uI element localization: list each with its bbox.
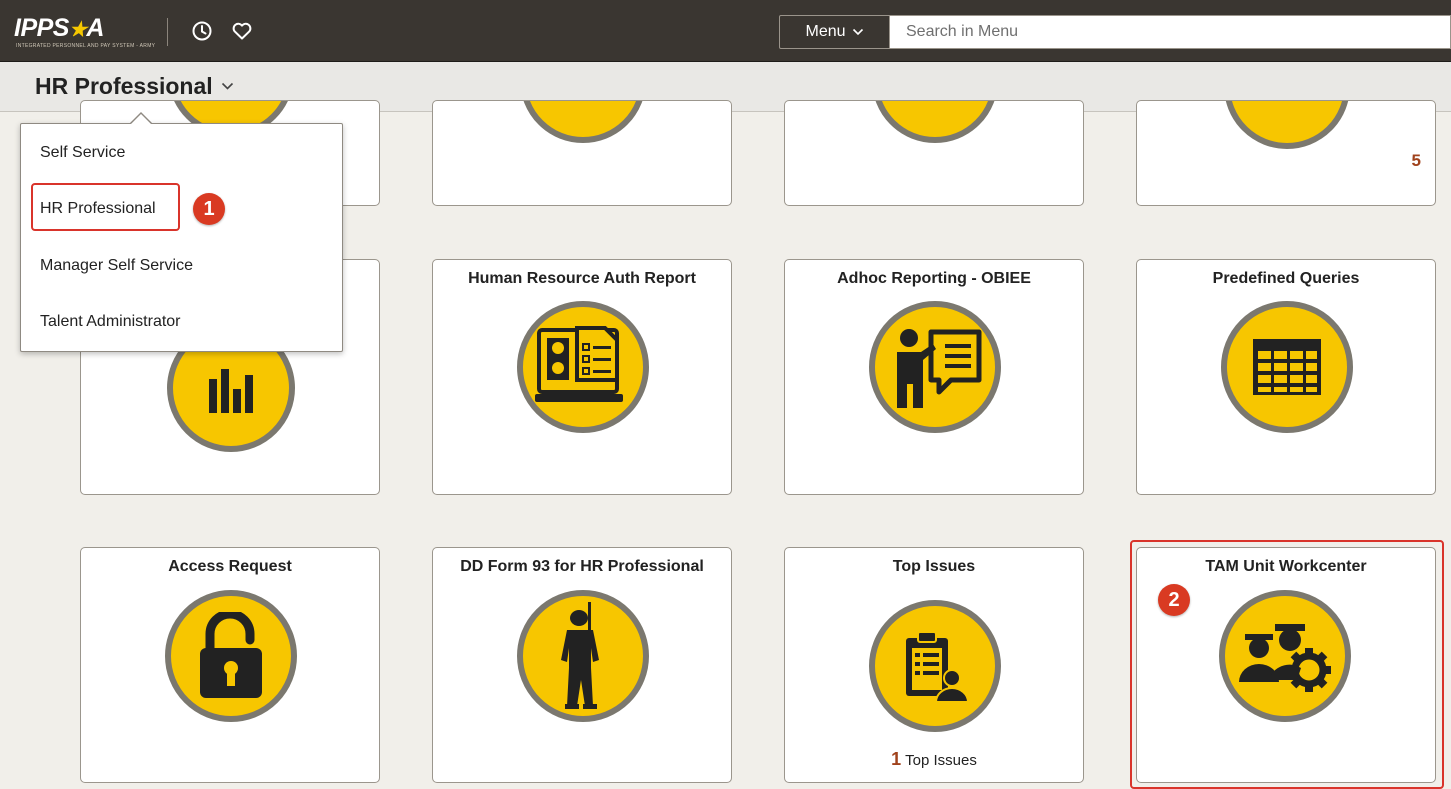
chevron-down-icon [852,28,863,36]
tile-title: Human Resource Auth Report [468,270,696,287]
unlocked-padlock-icon [165,590,297,722]
report-checklist-icon [517,301,649,433]
tile-top-2[interactable] [432,100,732,206]
tile-predefined-queries[interactable]: Predefined Queries [1136,259,1436,495]
tile-access-request[interactable]: Access Request [80,547,380,783]
presenter-icon [869,301,1001,433]
dropdown-caret-inner [131,114,151,124]
dropdown-item-self-service[interactable]: Self Service [40,144,125,162]
tile-top-4[interactable]: 5 [1136,100,1436,206]
homepage-dropdown: Self Service HR Professional Manager Sel… [20,123,343,352]
tile-adhoc-reporting-obiee[interactable]: Adhoc Reporting - OBIEE [784,259,1084,495]
tile-title: DD Form 93 for HR Professional [460,558,704,575]
callout-badge-2: 2 [1158,584,1190,616]
top-navigation-bar: IPPS★A INTEGRATED PERSONNEL AND PAY SYST… [0,0,1451,62]
tile-title: Adhoc Reporting - OBIEE [837,270,1031,287]
tile-icon-circle [872,101,998,143]
chevron-down-icon [221,82,233,90]
table-grid-icon [1221,301,1353,433]
header-divider [167,18,168,46]
tile-icon-circle [520,101,646,143]
favorites-icon[interactable] [229,18,255,44]
logo-star: ★ [68,19,87,41]
tile-title: Top Issues [892,558,976,575]
clipboard-person-icon [869,600,1001,732]
history-icon[interactable] [189,18,215,44]
menu-button[interactable]: Menu [779,15,890,49]
top-issues-label: Top Issues [905,752,977,769]
tile-top-issues[interactable]: Top Issues 1 Top Issues [784,547,1084,783]
callout-badge-1: 1 [193,193,225,225]
logo-text: IPPS [14,14,69,42]
tile-dd-form-93[interactable]: DD Form 93 for HR Professional [432,547,732,783]
tam-tile-highlight [1130,540,1444,789]
logo-subtitle: INTEGRATED PERSONNEL AND PAY SYSTEM - AR… [16,43,156,49]
logo-text-a: A [86,14,104,42]
dropdown-item-talent-administrator[interactable]: Talent Administrator [40,313,181,331]
tile-footer: 1 Top Issues [785,749,1083,770]
dropdown-item-manager-self-service[interactable]: Manager Self Service [40,257,193,275]
ippsa-logo[interactable]: IPPS★A INTEGRATED PERSONNEL AND PAY SYST… [14,14,164,49]
tile-top-3[interactable] [784,100,1084,206]
homepage-selector[interactable]: HR Professional [35,73,234,100]
tile-title: Predefined Queries [1212,270,1360,287]
search-input[interactable] [890,15,1451,49]
top-issues-count: 1 [891,749,902,769]
tile-title: Access Request [168,558,292,575]
tile-icon-circle [1224,101,1350,149]
soldier-silhouette-icon [517,590,649,722]
tile-human-resource-auth-report[interactable]: Human Resource Auth Report [432,259,732,495]
homepage-title: HR Professional [35,73,213,99]
hr-professional-highlight [31,183,180,231]
tile-count: 5 [1411,151,1421,170]
logo-wordmark: IPPS★A [14,14,104,43]
menu-button-label: Menu [805,23,846,40]
